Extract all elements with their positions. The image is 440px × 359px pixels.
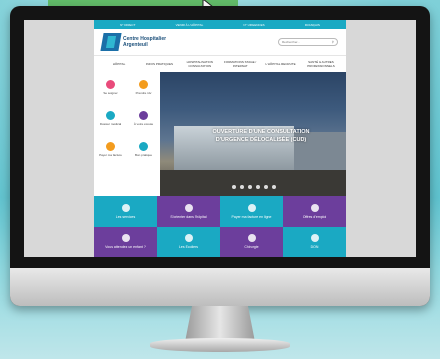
carousel-dot[interactable] — [256, 185, 260, 189]
quick-link-label: À votre écoute — [133, 122, 154, 126]
ground — [160, 170, 346, 196]
quick-link-icon — [106, 80, 115, 89]
tile-icon — [184, 203, 193, 212]
quick-link-label: Prendre rdv — [135, 91, 152, 95]
utility-link[interactable]: N° URGENCES — [243, 23, 264, 27]
quick-link-icon — [106, 111, 115, 120]
quick-link-label: Bon pratique — [134, 153, 152, 157]
nav-item[interactable]: FORMATIONS STAGE / INTERNAT — [221, 60, 259, 68]
tile-icon — [247, 203, 256, 212]
hero-caption[interactable]: OUVERTURE D'UNE CONSULTATION D'URGENCE D… — [196, 128, 326, 144]
quick-link-icon — [139, 80, 148, 89]
tile-icon — [310, 234, 319, 243]
quick-link-icon — [106, 142, 115, 151]
monitor-base — [150, 338, 290, 352]
tile-label: Les services — [115, 214, 136, 219]
tile-icon — [310, 203, 319, 212]
tile-label: Offres d'emploi — [302, 214, 327, 219]
monitor-chin — [10, 268, 430, 306]
hospital-website: N° DIRECT VENIR À L'HÔPITAL N° URGENCES … — [94, 20, 346, 257]
tile-icon — [247, 234, 256, 243]
quick-links: Se soigner Prendre rdv Dossier médical À vo… — [94, 72, 160, 196]
service-tile[interactable]: Vous attendez un enfant ? — [94, 226, 157, 257]
service-tile[interactable]: DON — [283, 226, 346, 257]
logo-line2: Argenteuil — [123, 42, 148, 48]
quick-link[interactable]: À votre écoute — [127, 103, 160, 134]
tile-icon — [121, 234, 130, 243]
hero-section: Se soigner Prendre rdv Dossier médical À vo… — [94, 72, 346, 196]
nav-item[interactable]: INFOS PRATIQUES — [140, 62, 178, 66]
service-tile[interactable]: Les Ecoliers — [157, 226, 220, 257]
carousel-dot[interactable] — [232, 185, 236, 189]
carousel-dot[interactable] — [240, 185, 244, 189]
nav-item[interactable]: HOSPITALISATION CONSULTATION — [181, 60, 219, 68]
monitor: N° DIRECT VENIR À L'HÔPITAL N° URGENCES … — [10, 6, 430, 306]
utility-bar: N° DIRECT VENIR À L'HÔPITAL N° URGENCES … — [94, 20, 346, 29]
tile-label: DON — [310, 245, 319, 250]
search-input[interactable]: Rechercher... ⚲ — [278, 38, 338, 46]
quick-link[interactable]: Bon pratique — [127, 134, 160, 165]
quick-link-label: Payer ma facture — [99, 153, 122, 157]
quick-link[interactable]: Prendre rdv — [127, 72, 160, 103]
service-tile[interactable]: Chirurgie — [220, 226, 283, 257]
tile-icon — [121, 203, 130, 212]
service-tiles: Les services S'orienter dans l'hôpital Pay… — [94, 196, 346, 257]
main-nav: HÔPITAL INFOS PRATIQUES HOSPITALISATION … — [94, 55, 346, 73]
tile-label: Payer ma facture en ligne — [231, 214, 272, 219]
quick-link[interactable]: Se soigner — [94, 72, 127, 103]
tile-icon — [184, 234, 193, 243]
quick-link-icon — [139, 111, 148, 120]
service-tile[interactable]: Offres d'emploi — [283, 196, 346, 227]
tile-label: S'orienter dans l'hôpital — [170, 214, 207, 219]
nav-item[interactable]: L'HÔPITAL RECRUTE — [262, 62, 300, 66]
carousel-dot[interactable] — [264, 185, 268, 189]
monitor-stand — [185, 306, 255, 342]
nav-item[interactable]: SANTÉ & AUTRES PROFESSIONNELS — [302, 60, 340, 68]
quick-link-icon — [139, 142, 148, 151]
logo-mark-icon — [100, 33, 122, 51]
site-header: Centre Hospitalier Argenteuil Rechercher… — [94, 29, 346, 55]
search-icon[interactable]: ⚲ — [332, 40, 334, 44]
carousel-dot[interactable] — [248, 185, 252, 189]
tile-label: Vous attendez un enfant ? — [105, 245, 146, 250]
screen: N° DIRECT VENIR À L'HÔPITAL N° URGENCES … — [24, 20, 416, 257]
quick-link-label: Se soigner — [103, 91, 118, 95]
utility-link[interactable]: VENIR À L'HÔPITAL — [176, 23, 204, 27]
site-logo[interactable]: Centre Hospitalier Argenteuil — [100, 33, 166, 51]
quick-link-label: Dossier médical — [99, 122, 122, 126]
hero-carousel[interactable]: OUVERTURE D'UNE CONSULTATION D'URGENCE D… — [160, 72, 346, 196]
quick-link[interactable]: Payer ma facture — [94, 134, 127, 165]
service-tile[interactable]: Payer ma facture en ligne — [220, 196, 283, 227]
carousel-dot[interactable] — [272, 185, 276, 189]
language-selector[interactable]: FRANÇAIS — [305, 23, 320, 27]
service-tile[interactable]: S'orienter dans l'hôpital — [157, 196, 220, 227]
service-tile[interactable]: Les services — [94, 196, 157, 227]
carousel-dots — [232, 185, 276, 189]
quick-link[interactable]: Dossier médical — [94, 103, 127, 134]
nav-item[interactable]: HÔPITAL — [100, 62, 138, 66]
tile-label: Les Ecoliers — [178, 245, 199, 250]
tile-label: Chirurgie — [244, 245, 259, 250]
utility-link[interactable]: N° DIRECT — [120, 23, 135, 27]
